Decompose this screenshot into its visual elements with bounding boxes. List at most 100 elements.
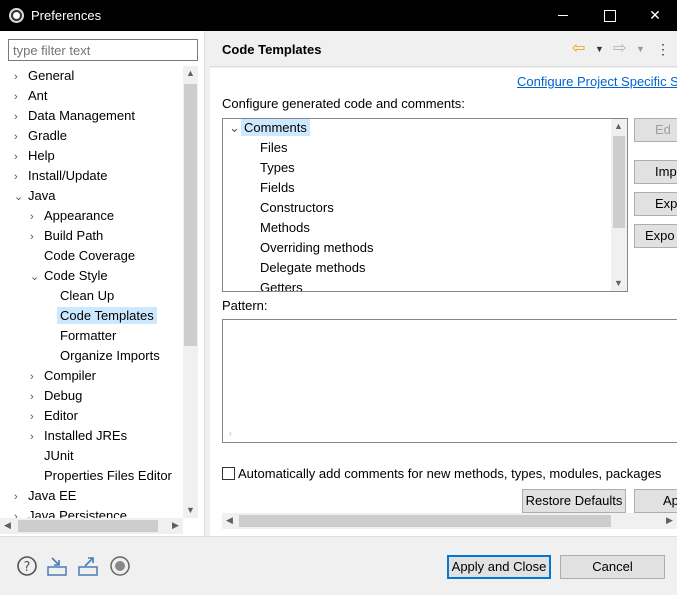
filter-input[interactable] (8, 39, 198, 61)
tree-item-data-management[interactable]: › Data Management (14, 106, 135, 126)
tree-item-help[interactable]: › Help (14, 146, 55, 166)
record-icon[interactable] (109, 555, 131, 577)
tree-item-gradle[interactable]: › Gradle (14, 126, 67, 146)
chevron-right-icon[interactable]: › (14, 67, 28, 87)
scrollbar-thumb[interactable] (184, 84, 197, 346)
scroll-right-arrow-icon[interactable]: ▶ (662, 513, 677, 528)
chevron-right-icon[interactable]: › (30, 227, 44, 247)
scroll-down-arrow-icon[interactable]: ▼ (611, 276, 626, 291)
tree-item-appearance[interactable]: › Appearance (30, 206, 114, 226)
pattern-editor[interactable]: ‹ (222, 319, 677, 443)
tree-item-java-ee[interactable]: › Java EE (14, 486, 76, 506)
tree-item-general[interactable]: › General (14, 66, 74, 86)
tree-item-label: Clean Up (60, 288, 115, 303)
tree-item-build-path[interactable]: › Build Path (30, 226, 103, 246)
tree-item-label: Properties Files Editor (44, 468, 172, 483)
chevron-right-icon[interactable]: › (30, 207, 44, 227)
apply-button[interactable]: Ap (634, 489, 677, 513)
chevron-right-icon[interactable]: › (14, 487, 28, 507)
chevron-right-icon[interactable]: › (14, 127, 28, 147)
scroll-down-arrow-icon[interactable]: ▼ (183, 503, 198, 518)
template-item-methods[interactable]: Methods (260, 218, 310, 238)
back-arrow-icon[interactable]: ⇦ (572, 39, 585, 59)
tree-vertical-scrollbar[interactable]: ▲ ▼ (183, 66, 198, 518)
tree-item-junit[interactable]: JUnit (30, 446, 74, 466)
tree-item-label: Formatter (60, 328, 117, 343)
template-item-comments[interactable]: ⌄ Comments (229, 119, 310, 138)
tree-item-formatter[interactable]: Formatter (46, 326, 116, 346)
page-horizontal-scrollbar[interactable]: ◀ ▶ (222, 513, 677, 529)
tree-item-install-update[interactable]: › Install/Update (14, 166, 108, 186)
export-all-button[interactable]: Expo (634, 224, 677, 248)
chevron-down-icon[interactable]: ⌄ (14, 187, 28, 207)
tree-item-java-persistence[interactable]: › Java Persistence (14, 506, 127, 518)
cancel-button[interactable]: Cancel (560, 555, 665, 579)
close-button[interactable]: ✕ (632, 0, 677, 31)
apply-and-close-button[interactable]: Apply and Close (447, 555, 551, 579)
scrollbar-thumb[interactable] (18, 520, 158, 532)
template-item-getters[interactable]: Getters (260, 278, 303, 291)
pattern-horizontal-scrollbar[interactable]: ‹ (223, 426, 677, 442)
tree-item-label: Build Path (44, 228, 104, 243)
template-item-fields[interactable]: Fields (260, 178, 295, 198)
template-item-constructors[interactable]: Constructors (260, 198, 334, 218)
template-item-types[interactable]: Types (260, 158, 295, 178)
scroll-left-arrow-icon[interactable]: ‹ (223, 426, 238, 441)
more-options-icon[interactable]: ⋮ (656, 39, 670, 59)
chevron-right-icon[interactable]: › (14, 87, 28, 107)
template-item-overriding-methods[interactable]: Overriding methods (260, 238, 373, 258)
tree-item-properties-files-editor[interactable]: Properties Files Editor (30, 466, 172, 486)
configure-project-link[interactable]: Configure Project Specific S (517, 74, 677, 89)
templates-vertical-scrollbar[interactable]: ▲ ▼ (611, 119, 627, 291)
tree-item-code-style[interactable]: ⌄ Code Style (30, 266, 108, 286)
chevron-right-icon[interactable]: › (14, 107, 28, 127)
tree-item-label: Java (28, 188, 56, 203)
tree-item-editor[interactable]: › Editor (30, 406, 78, 426)
scroll-right-arrow-icon[interactable]: ▶ (168, 518, 183, 533)
chevron-right-icon[interactable]: › (30, 387, 44, 407)
forward-dropdown-icon[interactable]: ▼ (636, 39, 645, 59)
import-preferences-icon[interactable] (46, 555, 68, 577)
svg-text:?: ? (24, 560, 31, 575)
tree-item-code-coverage[interactable]: Code Coverage (30, 246, 135, 266)
import-button[interactable]: Imp (634, 160, 677, 184)
chevron-right-icon[interactable]: › (30, 367, 44, 387)
tree-item-debug[interactable]: › Debug (30, 386, 82, 406)
tree-item-code-templates[interactable]: Code Templates (46, 306, 157, 326)
chevron-right-icon[interactable]: › (14, 167, 28, 187)
auto-comments-option[interactable]: Automatically add comments for new metho… (222, 466, 661, 481)
scrollbar-thumb[interactable] (239, 515, 611, 527)
tree-item-label: Appearance (44, 208, 115, 223)
tree-item-ant[interactable]: › Ant (14, 86, 48, 106)
forward-arrow-icon[interactable]: ⇨ (613, 39, 626, 59)
window-title: Preferences (31, 8, 102, 23)
edit-button[interactable]: Ed (634, 118, 677, 142)
help-icon[interactable]: ? (16, 555, 38, 577)
template-item-label: Comments (241, 119, 310, 136)
chevron-down-icon[interactable]: ⌄ (30, 267, 44, 287)
back-dropdown-icon[interactable]: ▼ (595, 39, 604, 59)
tree-item-compiler[interactable]: › Compiler (30, 366, 96, 386)
chevron-right-icon[interactable]: › (30, 407, 44, 427)
template-item-delegate-methods[interactable]: Delegate methods (260, 258, 366, 278)
scroll-left-arrow-icon[interactable]: ◀ (222, 513, 237, 528)
scrollbar-thumb[interactable] (613, 136, 625, 228)
template-item-files[interactable]: Files (260, 138, 287, 158)
tree-item-clean-up[interactable]: Clean Up (46, 286, 114, 306)
tree-item-organize-imports[interactable]: Organize Imports (46, 346, 160, 366)
tree-item-java[interactable]: ⌄ Java (14, 186, 55, 206)
chevron-right-icon[interactable]: › (30, 427, 44, 447)
auto-comments-checkbox[interactable] (222, 467, 235, 480)
scroll-left-arrow-icon[interactable]: ◀ (0, 518, 15, 533)
minimize-button[interactable] (540, 0, 586, 31)
chevron-right-icon[interactable]: › (14, 147, 28, 167)
restore-defaults-button[interactable]: Restore Defaults (522, 489, 626, 513)
scroll-up-arrow-icon[interactable]: ▲ (183, 66, 198, 81)
scroll-up-arrow-icon[interactable]: ▲ (611, 119, 626, 134)
tree-item-installed-jres[interactable]: › Installed JREs (30, 426, 127, 446)
export-preferences-icon[interactable] (77, 555, 99, 577)
chevron-right-icon[interactable]: › (14, 507, 28, 518)
maximize-button[interactable] (586, 0, 632, 31)
tree-horizontal-scrollbar[interactable]: ◀ ▶ (0, 518, 183, 534)
export-button[interactable]: Exp (634, 192, 677, 216)
